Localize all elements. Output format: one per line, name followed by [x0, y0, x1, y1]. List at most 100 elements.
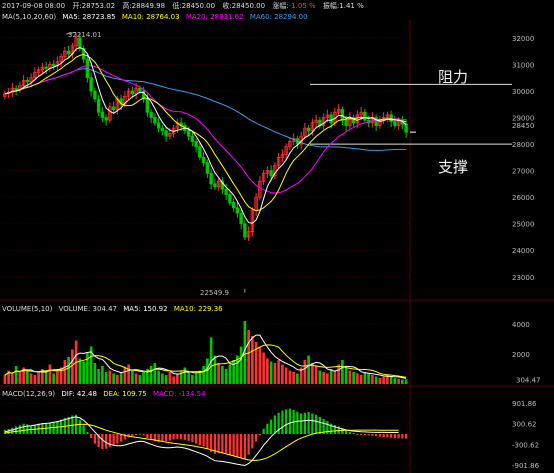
macd-histogram-bar [198, 434, 201, 445]
volume-bar [247, 330, 250, 384]
volume-bar [281, 364, 284, 384]
price-tick-label: 32000 [512, 35, 534, 43]
price-tick-label: 25000 [512, 221, 534, 229]
candle-body [160, 127, 165, 132]
price-tick-label: 27000 [512, 168, 534, 176]
high-annotation: 32214.01 [68, 31, 101, 39]
volume-bar [44, 370, 48, 384]
price-panel [3, 31, 416, 293]
axis-labels: 3200031000300002900028000270002600025000… [512, 35, 541, 470]
volume-bar [221, 366, 224, 384]
last-price-label: 28450 [512, 122, 534, 130]
macd-histogram-bar [247, 434, 250, 455]
macd-histogram-bar [221, 434, 224, 453]
volume-bar [48, 364, 52, 384]
macd-histogram-bar [228, 434, 231, 455]
candle-body [186, 130, 191, 137]
volume-bar [14, 366, 18, 384]
volume-bar [262, 352, 265, 384]
volume-bar [123, 367, 127, 384]
macd-histogram-bar [142, 434, 145, 436]
macd-histogram-bar [307, 412, 310, 434]
macd-histogram-bar [240, 434, 243, 458]
volume-bar [116, 375, 119, 384]
volume-bar [142, 372, 145, 384]
support-label: 支撑 [438, 158, 468, 176]
candle-body [104, 117, 108, 121]
macd-histogram-bar [270, 419, 273, 434]
chart-canvas[interactable]: 3200031000300002900028000270002600025000… [0, 0, 554, 473]
macd-histogram-bar [131, 434, 134, 437]
volume-tick-label: 2000 [512, 351, 530, 359]
volume-bar [63, 360, 67, 384]
macd-histogram-bar [18, 425, 21, 434]
volume-bar [284, 367, 288, 384]
price-tick-label: 30000 [512, 88, 534, 96]
candle-body [85, 58, 90, 79]
volume-bar [202, 366, 205, 384]
volume-bar [258, 346, 262, 384]
volume-bar [356, 373, 359, 384]
price-tick-label: 23000 [512, 274, 534, 282]
volume-bar [127, 364, 130, 384]
macd-histogram-bar [236, 434, 239, 457]
volume-bar [292, 372, 295, 384]
volume-bar [318, 370, 322, 384]
candle-body [269, 170, 273, 177]
macd-histogram-bar [367, 434, 370, 436]
macd-histogram-bar [146, 434, 149, 439]
volume-bar [239, 346, 243, 384]
volume-bar [269, 361, 273, 384]
volume-bar [112, 373, 115, 384]
volume-bar [359, 375, 363, 384]
volume-bar [322, 372, 325, 384]
macd-panel [3, 408, 408, 467]
candle-body [89, 77, 93, 92]
price-tick-label: 24000 [512, 247, 534, 255]
macd-histogram-bar [371, 434, 374, 436]
candle-body [213, 183, 217, 187]
candle-body [205, 162, 210, 174]
candle-body [164, 130, 168, 137]
candle-body [156, 122, 161, 129]
macd-histogram-bar [161, 434, 164, 442]
resistance-label: 阻力 [438, 68, 468, 86]
macd-histogram-bar [397, 434, 400, 439]
macd-histogram-bar [15, 426, 18, 434]
volume-bar [11, 373, 14, 384]
volume-bar [393, 378, 397, 384]
volume-bar [56, 370, 59, 384]
candle-body [231, 202, 236, 209]
volume-bar [217, 363, 220, 384]
volume-bar [389, 376, 393, 384]
macd-histogram-bar [315, 414, 318, 434]
candle-body [404, 123, 408, 133]
macd-histogram-bar [93, 434, 96, 444]
macd-tick-label: -300.62 [512, 441, 539, 449]
macd-histogram-bar [217, 434, 220, 454]
volume-bar [404, 379, 408, 384]
volume-bar [367, 373, 370, 384]
ma10-line [4, 53, 407, 212]
macd-histogram-bar [375, 434, 378, 437]
macd-histogram-bar [318, 416, 321, 434]
low-annotation: 22549.9 [200, 289, 229, 297]
candle-body [224, 188, 228, 195]
candle-body [93, 90, 97, 100]
volume-bar [224, 369, 228, 384]
volume-bar [82, 361, 85, 384]
candle-body [145, 98, 150, 113]
macd-histogram-bar [390, 434, 393, 438]
volume-bar [337, 364, 340, 384]
volume-bar [176, 373, 179, 384]
volume-bar [187, 372, 190, 384]
candle-body [228, 194, 232, 203]
candle-body [51, 64, 56, 67]
candle-body [149, 111, 153, 118]
macd-histogram-bar [195, 434, 198, 444]
volume-bar [194, 373, 198, 384]
macd-histogram-bar [273, 415, 276, 434]
volume-bar [149, 366, 153, 384]
macd-tick-label: 300.62 [512, 421, 537, 429]
candle-body [25, 79, 30, 83]
